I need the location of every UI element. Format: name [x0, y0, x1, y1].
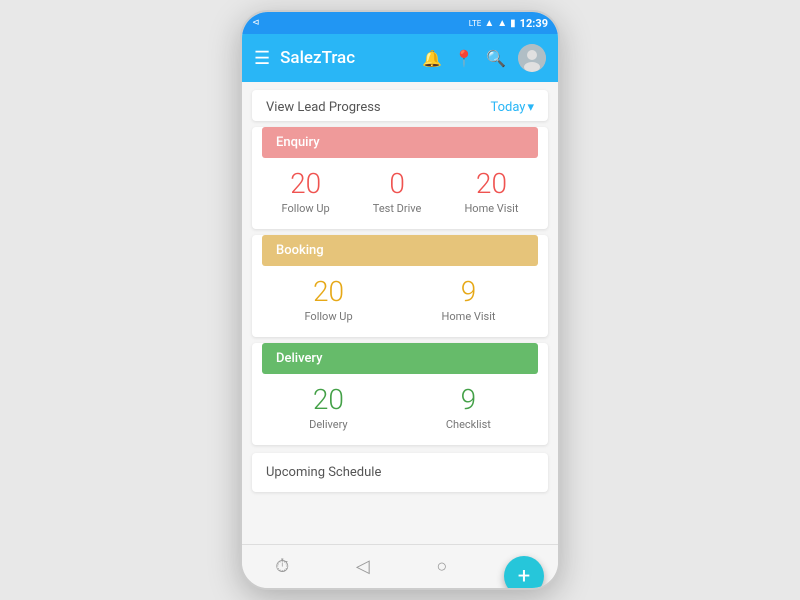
delivery-section-card: Delivery 20 Delivery 9 Checklist: [252, 343, 548, 445]
lead-progress-header: View Lead Progress Today ▾: [252, 90, 548, 121]
network-label: LTE: [469, 19, 482, 28]
enquiry-banner: Enquiry: [262, 127, 538, 158]
phone-frame: ⊲ LTE ▲ ▲ ▮ 12:39 ☰ SalezTrac 🔔 📍 🔍: [240, 10, 560, 590]
enquiry-home-visit-label: Home Visit: [464, 202, 518, 215]
hamburger-menu-icon[interactable]: ☰: [254, 48, 270, 69]
enquiry-follow-up-value: 20: [290, 170, 321, 198]
enquiry-home-visit-stat: 20 Home Visit: [464, 170, 518, 215]
app-title: SalezTrac: [280, 48, 412, 68]
booking-home-visit-label: Home Visit: [442, 310, 496, 323]
bottom-clock-icon[interactable]: ⏱: [275, 556, 289, 577]
status-bar: ⊲ LTE ▲ ▲ ▮ 12:39: [242, 12, 558, 34]
upcoming-schedule-row: Upcoming Schedule: [252, 453, 548, 492]
nav-icons-group: 🔔 📍 🔍: [422, 44, 546, 72]
signal-icon: ▲: [484, 18, 494, 29]
delivery-checklist-value: 9: [461, 386, 477, 414]
enquiry-follow-up-label: Follow Up: [282, 202, 330, 215]
app-container: ⊲ LTE ▲ ▲ ▮ 12:39 ☰ SalezTrac 🔔 📍 🔍: [240, 10, 560, 590]
delivery-delivery-value: 20: [313, 386, 344, 414]
enquiry-home-visit-value: 20: [476, 170, 507, 198]
enquiry-follow-up-stat: 20 Follow Up: [282, 170, 330, 215]
booking-home-visit-stat: 9 Home Visit: [442, 278, 496, 323]
wifi-icon: ▲: [497, 18, 507, 29]
status-app-icon: ⊲: [252, 18, 260, 28]
notification-icon[interactable]: 🔔: [422, 49, 442, 68]
fab-add-button[interactable]: +: [504, 556, 544, 590]
status-time: 12:39: [520, 17, 548, 30]
bottom-home-icon[interactable]: ○: [436, 556, 447, 577]
booking-follow-up-label: Follow Up: [304, 310, 352, 323]
lead-progress-header-card: View Lead Progress Today ▾: [252, 90, 548, 121]
booking-stats-row: 20 Follow Up 9 Home Visit: [252, 266, 548, 337]
delivery-stats-row: 20 Delivery 9 Checklist: [252, 374, 548, 445]
upcoming-schedule-label: Upcoming Schedule: [266, 465, 381, 480]
status-left: ⊲: [252, 18, 465, 28]
delivery-checklist-stat: 9 Checklist: [446, 386, 491, 431]
view-lead-label: View Lead Progress: [266, 100, 381, 115]
delivery-delivery-label: Delivery: [309, 418, 348, 431]
enquiry-test-drive-label: Test Drive: [373, 202, 422, 215]
today-filter-button[interactable]: Today ▾: [490, 100, 534, 115]
bottom-back-icon[interactable]: ◁: [356, 556, 370, 577]
status-icons: LTE ▲ ▲ ▮: [469, 18, 516, 29]
enquiry-stats-row: 20 Follow Up 0 Test Drive 20 Home Visit: [252, 158, 548, 229]
avatar[interactable]: [518, 44, 546, 72]
enquiry-test-drive-value: 0: [389, 170, 405, 198]
delivery-checklist-label: Checklist: [446, 418, 491, 431]
main-content: View Lead Progress Today ▾ Enquiry 20 Fo…: [242, 82, 558, 544]
delivery-delivery-stat: 20 Delivery: [309, 386, 348, 431]
search-icon[interactable]: 🔍: [486, 49, 506, 68]
delivery-banner: Delivery: [262, 343, 538, 374]
booking-home-visit-value: 9: [461, 278, 477, 306]
location-icon[interactable]: 📍: [454, 49, 474, 68]
battery-icon: ▮: [510, 18, 516, 29]
enquiry-section-card: Enquiry 20 Follow Up 0 Test Drive 20 Hom…: [252, 127, 548, 229]
booking-banner: Booking: [262, 235, 538, 266]
enquiry-test-drive-stat: 0 Test Drive: [373, 170, 422, 215]
booking-follow-up-value: 20: [313, 278, 344, 306]
booking-follow-up-stat: 20 Follow Up: [304, 278, 352, 323]
top-navigation: ☰ SalezTrac 🔔 📍 🔍: [242, 34, 558, 82]
booking-section-card: Booking 20 Follow Up 9 Home Visit: [252, 235, 548, 337]
